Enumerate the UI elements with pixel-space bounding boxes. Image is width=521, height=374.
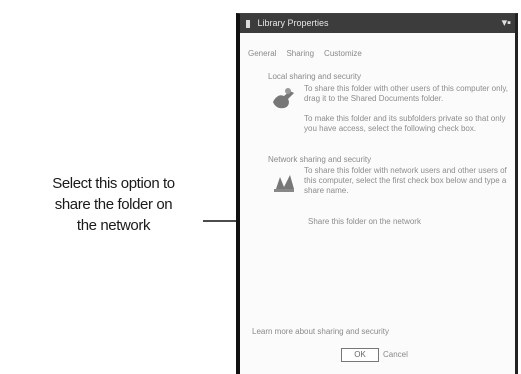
- local-text-1: To share this folder with other users of…: [304, 84, 508, 103]
- learn-more-link[interactable]: Learn more about sharing and security: [252, 327, 389, 336]
- callout-text: Select this option to share the folder o…: [15, 173, 212, 236]
- folder-icon: [246, 19, 250, 28]
- ok-button[interactable]: OK: [341, 348, 379, 362]
- properties-dialog: Library Properties ▾▪ General Sharing Cu…: [236, 13, 518, 374]
- network-share-icon: [274, 175, 294, 192]
- local-text-2: To make this folder and its subfolders p…: [304, 114, 506, 133]
- tab-sharing[interactable]: Sharing: [286, 49, 314, 58]
- tab-strip: General Sharing Customize: [248, 49, 362, 58]
- cancel-button[interactable]: Cancel: [383, 350, 408, 359]
- callout-line: Select this option to: [52, 175, 175, 192]
- network-text-1: To share this folder with network users …: [304, 166, 507, 195]
- callout-line: share the folder on: [54, 196, 173, 213]
- titlebar: Library Properties ▾▪: [240, 14, 515, 33]
- tab-customize[interactable]: Customize: [324, 49, 362, 58]
- network-group-label: Network sharing and security: [268, 155, 372, 164]
- share-on-network-option[interactable]: Share this folder on the network: [308, 217, 468, 227]
- tab-general[interactable]: General: [248, 49, 276, 58]
- callout-line: the network: [76, 217, 151, 234]
- local-group-label: Local sharing and security: [268, 72, 361, 81]
- hand-share-icon: [273, 88, 294, 109]
- titlebar-controls[interactable]: ▾▪: [502, 14, 511, 33]
- dialog-title: Library Properties: [257, 18, 329, 29]
